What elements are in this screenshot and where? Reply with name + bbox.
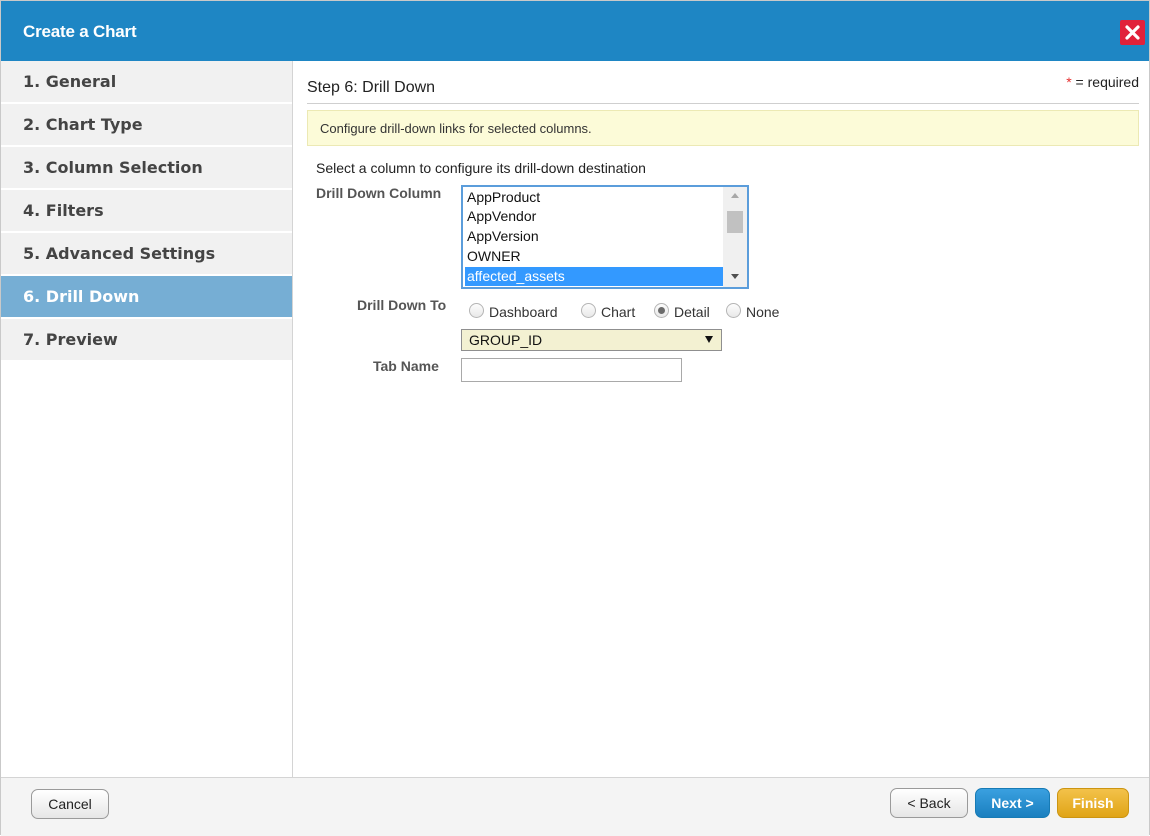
radio-none[interactable]	[726, 303, 741, 318]
column-option-selected[interactable]: affected_assets	[465, 267, 725, 286]
radio-label-chart: Chart	[601, 304, 636, 320]
finish-button[interactable]: Finish	[1057, 788, 1129, 818]
radio-dashboard[interactable]	[469, 303, 484, 318]
tab-name-label: Tab Name	[373, 358, 439, 374]
listbox-scrollbar[interactable]	[723, 187, 747, 287]
close-icon	[1125, 25, 1140, 40]
step-label: 6. Drill Down	[23, 287, 140, 306]
dialog-title: Create a Chart	[23, 22, 137, 41]
step-label: 2. Chart Type	[23, 115, 143, 134]
info-message: Configure drill-down links for selected …	[307, 110, 1139, 146]
radio-detail[interactable]	[654, 303, 669, 318]
step-advanced-settings[interactable]: 5. Advanced Settings	[1, 233, 292, 274]
column-option[interactable]: AppVendor	[465, 207, 727, 226]
radio-label-dashboard: Dashboard	[489, 304, 558, 320]
wizard-steps-sidebar: 1. General 2. Chart Type 3. Column Selec…	[1, 61, 293, 777]
close-button[interactable]	[1120, 20, 1145, 45]
create-chart-dialog: Create a Chart 1. General 2. Chart Type …	[0, 0, 1150, 836]
cancel-button[interactable]: Cancel	[31, 789, 109, 819]
step-drill-down[interactable]: 6. Drill Down	[1, 276, 292, 317]
scroll-up-icon[interactable]	[731, 193, 739, 198]
dialog-footer: Cancel < Back Next > Finish	[1, 777, 1149, 836]
radio-chart[interactable]	[581, 303, 596, 318]
detail-field-select[interactable]: GROUP_ID	[461, 329, 722, 351]
step-chart-type[interactable]: 2. Chart Type	[1, 104, 292, 145]
dropdown-arrow-icon	[705, 336, 713, 343]
column-option[interactable]: AppVersion	[465, 227, 727, 246]
instruction-text: Select a column to configure its drill-d…	[316, 160, 646, 176]
step-column-selection[interactable]: 3. Column Selection	[1, 147, 292, 188]
drill-down-column-listbox[interactable]: AppProduct AppVendor AppVersion OWNER af…	[461, 185, 749, 289]
column-option[interactable]: AppProduct	[465, 188, 727, 207]
drill-down-to-label: Drill Down To	[357, 297, 447, 313]
scroll-thumb[interactable]	[727, 211, 743, 233]
step-preview[interactable]: 7. Preview	[1, 319, 292, 360]
drill-down-column-label: Drill Down Column	[316, 185, 442, 201]
dialog-titlebar: Create a Chart	[1, 1, 1149, 61]
required-note: * = required	[1066, 74, 1139, 90]
tab-name-input[interactable]	[461, 358, 682, 382]
column-option[interactable]: OWNER	[465, 247, 727, 266]
back-button[interactable]: < Back	[890, 788, 968, 818]
scroll-down-icon[interactable]	[731, 274, 739, 279]
step-label: 1. General	[23, 72, 117, 91]
step-filters[interactable]: 4. Filters	[1, 190, 292, 231]
radio-label-detail: Detail	[674, 304, 710, 320]
required-text: = required	[1071, 74, 1139, 90]
step-label: 7. Preview	[23, 330, 118, 349]
detail-field-value: GROUP_ID	[469, 332, 543, 348]
step-label: 3. Column Selection	[23, 158, 203, 177]
step-label: 5. Advanced Settings	[23, 244, 216, 263]
step-general[interactable]: 1. General	[1, 61, 292, 102]
next-button[interactable]: Next >	[975, 788, 1050, 818]
title-divider	[307, 103, 1139, 104]
step-title: Step 6: Drill Down	[307, 79, 436, 96]
radio-label-none: None	[746, 304, 780, 320]
info-text: Configure drill-down links for selected …	[320, 121, 592, 136]
step-label: 4. Filters	[23, 201, 104, 220]
